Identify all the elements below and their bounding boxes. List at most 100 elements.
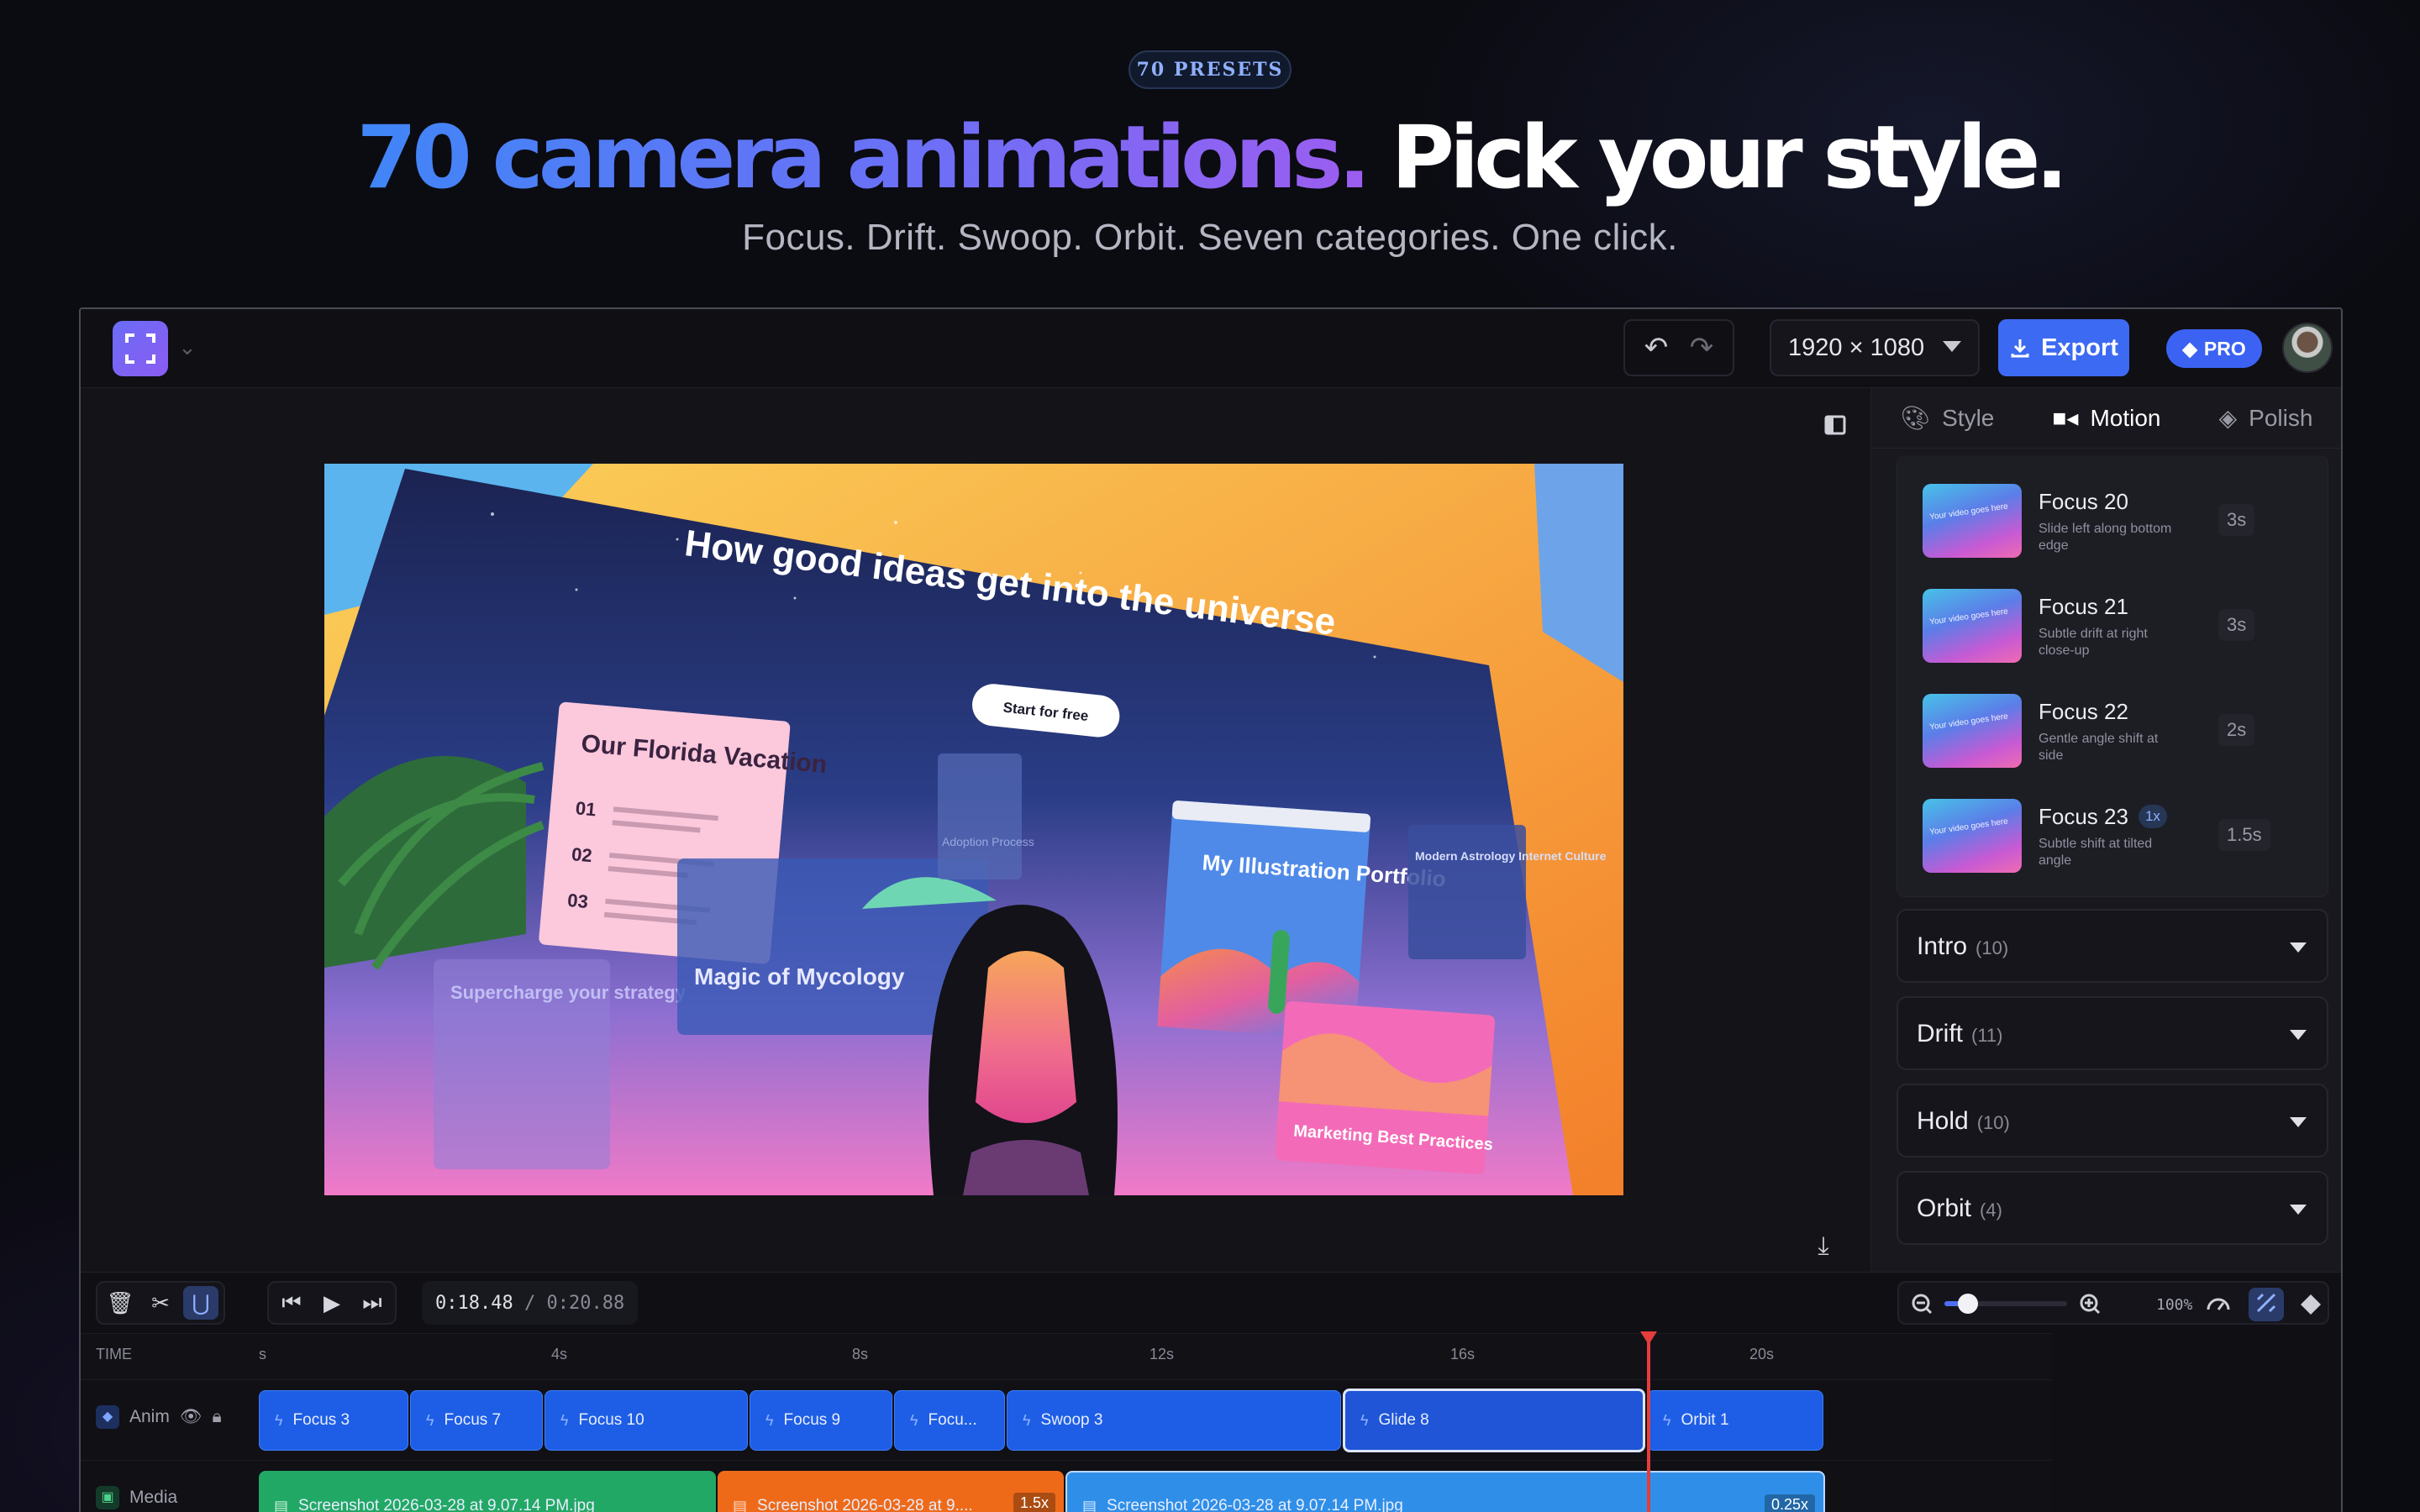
time-ruler[interactable]: TIME s 4s 8s 12s 16s 20s	[81, 1333, 2052, 1380]
download-frame-icon[interactable]: ⤓	[1805, 1228, 1842, 1265]
undo-icon[interactable]: ↶	[1644, 331, 1669, 365]
anim-clip[interactable]: ϟ Focus 10	[544, 1390, 748, 1451]
clip-label: Focu...	[928, 1411, 977, 1429]
category-intro[interactable]: Intro (10)	[1897, 909, 2328, 983]
preset-name: Focus 21	[2039, 594, 2128, 619]
export-button[interactable]: Export	[1998, 319, 2129, 376]
image-icon: ▤	[1082, 1497, 1097, 1512]
preset-thumbnail: Your video goes here	[1923, 589, 2022, 663]
hero-headline: 70 camera animations. Pick your style.	[0, 99, 2420, 217]
preset-item[interactable]: Your video goes here Focus 21 Subtle dri…	[1923, 584, 2309, 668]
lock-icon[interactable]: 🔒︎	[213, 1407, 222, 1427]
pro-label: PRO	[2203, 337, 2246, 360]
preset-duration: 1.5s	[2218, 819, 2270, 851]
user-avatar[interactable]	[2282, 323, 2333, 373]
caret-down-icon	[2290, 942, 2307, 953]
preset-thumbnail: Your video goes here	[1923, 484, 2022, 558]
tick-label: 4s	[551, 1346, 568, 1362]
image-icon: ▤	[733, 1497, 748, 1512]
clip-label: Screenshot 2026-03-28 at 9.07.14 PM.jpg	[1107, 1497, 1403, 1512]
anim-clip[interactable]: ϟ Orbit 1	[1647, 1390, 1823, 1451]
category-name: Drift	[1917, 1020, 1963, 1047]
bolt-icon: ϟ	[1663, 1411, 1671, 1429]
undo-redo-group: ↶ ↷	[1623, 319, 1734, 376]
paint-tag-icon: ◆	[96, 1405, 119, 1429]
zoom-in-icon[interactable]	[2080, 1294, 2101, 1315]
tab-style[interactable]: 🎨︎ Style	[1901, 404, 1995, 432]
focus-frame-icon	[125, 333, 155, 364]
timeline: 🗑︎ ✂ ⋃ ⏮︎ ▶︎ ⏭︎ 0:18.48 / 0:20.88 100% T…	[81, 1272, 2341, 1512]
pro-badge[interactable]: ◆ PRO	[2166, 329, 2262, 368]
tab-motion[interactable]: ■◂ Motion	[2052, 404, 2160, 432]
category-hold[interactable]: Hold (10)	[1897, 1084, 2328, 1158]
resolution-select[interactable]: 1920 × 1080	[1770, 319, 1980, 376]
gauge-icon[interactable]	[2207, 1298, 2230, 1310]
preset-thumbnail: Your video goes here	[1923, 799, 2022, 873]
app-window: ⌄ ↶ ↷ 1920 × 1080 Export ◆ PRO How good …	[79, 307, 2343, 1512]
redo-icon[interactable]: ↷	[1690, 331, 1714, 365]
anim-clip[interactable]: ϟ Focus 9	[750, 1390, 892, 1451]
clip-label: Swoop 3	[1040, 1411, 1103, 1429]
category-drift[interactable]: Drift (11)	[1897, 996, 2328, 1070]
preview-stage: How good ideas get into the universe Sta…	[81, 388, 1869, 1272]
playhead-handle[interactable]	[1640, 1331, 1657, 1345]
app-logo-button[interactable]	[113, 321, 168, 376]
anim-clip[interactable]: ϟ Focus 3	[259, 1390, 408, 1451]
category-orbit[interactable]: Orbit (4)	[1897, 1171, 2328, 1245]
time-separator: /	[523, 1292, 536, 1314]
preset-item[interactable]: Your video goes here Focus 22 Gentle ang…	[1923, 689, 2309, 773]
preset-name-text: Focus 23	[2039, 804, 2128, 829]
anim-track: ◆ Anim 👁︎ 🔒︎ ϟ Focus 3 ϟ Focus 7 ϟ Focus 10…	[81, 1380, 2052, 1461]
eye-icon[interactable]: 👁︎	[180, 1407, 203, 1427]
preset-name: Focus 20	[2039, 489, 2128, 514]
preset-description: Subtle drift at right close-up	[2039, 627, 2148, 658]
anim-clip-selected[interactable]: ϟ Glide 8	[1343, 1389, 1645, 1452]
panel-toggle-icon[interactable]	[1818, 408, 1852, 442]
export-label: Export	[2041, 333, 2118, 361]
caret-down-icon	[1943, 341, 1961, 352]
bolt-icon: ϟ	[426, 1411, 434, 1429]
timeline-toolbar: 🗑︎ ✂ ⋃ ⏮︎ ▶︎ ⏭︎ 0:18.48 / 0:20.88 100%	[81, 1273, 2341, 1333]
card-supercharge: Supercharge your strategy	[450, 982, 687, 1003]
category-name: Intro	[1917, 932, 1968, 960]
media-track: ▣ Media ▤ Screenshot 2026-03-28 at 9.07.1…	[81, 1461, 2052, 1512]
zoom-slider-thumb[interactable]	[1958, 1294, 1978, 1314]
clip-label: Focus 9	[783, 1411, 841, 1429]
preset-item[interactable]: Your video goes here Focus 23 1x Subtle s…	[1923, 794, 2309, 878]
trash-icon[interactable]: 🗑︎	[103, 1286, 138, 1320]
resolution-value: 1920 × 1080	[1788, 333, 1925, 361]
scissors-icon[interactable]: ✂	[143, 1286, 178, 1320]
anim-track-label: Anim	[129, 1407, 170, 1426]
playhead[interactable]	[1647, 1333, 1650, 1512]
bolt-icon: ϟ	[1023, 1411, 1031, 1429]
preset-item[interactable]: Your video goes here Focus 20 Slide left…	[1923, 479, 2309, 563]
anim-clip[interactable]: ϟ Focus 7	[410, 1390, 543, 1451]
download-icon	[2011, 339, 2029, 358]
skip-forward-icon[interactable]: ⏭︎	[355, 1286, 390, 1320]
anim-clip[interactable]: ϟ Focu...	[894, 1390, 1005, 1451]
magnet-icon[interactable]: ⋃	[183, 1286, 218, 1320]
right-panel: 🎨︎ Style ■◂ Motion ◈ Polish Your video goes…	[1870, 388, 2341, 1272]
media-clip[interactable]: ▤ Screenshot 2026-03-28 at 9.... 1.5x	[718, 1471, 1064, 1512]
zoom-out-icon[interactable]	[1912, 1294, 1933, 1315]
clip-label: Focus 10	[578, 1411, 644, 1429]
caret-down-icon	[2290, 1030, 2307, 1040]
keyframe-icon[interactable]	[2301, 1294, 2321, 1315]
preset-name: Focus 22	[2039, 699, 2128, 724]
timecode: 0:18.48 / 0:20.88	[422, 1281, 639, 1325]
tab-polish[interactable]: ◈ Polish	[2219, 404, 2313, 432]
media-clip[interactable]: ▤ Screenshot 2026-03-28 at 9.07.14 PM.jpg	[259, 1471, 716, 1512]
play-icon[interactable]: ▶︎	[314, 1286, 350, 1320]
tick-label: 12s	[1150, 1346, 1175, 1362]
preview-canvas[interactable]: How good ideas get into the universe Sta…	[324, 464, 1623, 1195]
video-camera-icon: ■◂	[2052, 405, 2079, 431]
bolt-icon: ϟ	[765, 1411, 774, 1429]
anim-clip[interactable]: ϟ Swoop 3	[1007, 1390, 1341, 1451]
card-florida-item-3: 03	[566, 890, 589, 912]
skip-back-icon[interactable]: ⏮︎	[274, 1286, 309, 1320]
bolt-icon: ϟ	[560, 1411, 569, 1429]
tick-label: 8s	[852, 1346, 869, 1362]
chevron-down-icon[interactable]: ⌄	[178, 334, 197, 360]
headline-gradient-text: 70 camera animations.	[356, 108, 1370, 208]
media-clip[interactable]: ▤ Screenshot 2026-03-28 at 9.07.14 PM.jpg…	[1065, 1471, 1825, 1512]
